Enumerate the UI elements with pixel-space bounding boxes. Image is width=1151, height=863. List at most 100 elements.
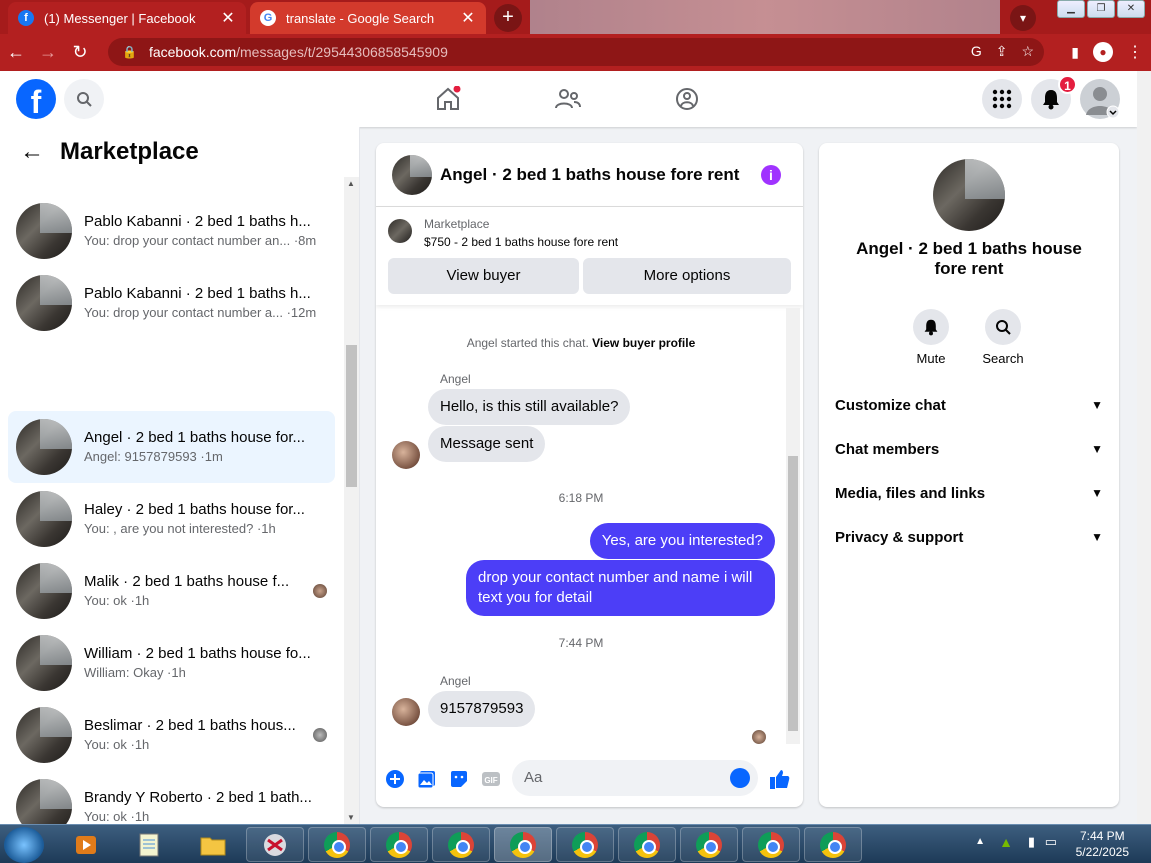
scroll-down-icon[interactable]: ▼ xyxy=(347,813,355,822)
facebook-logo-icon[interactable]: f xyxy=(16,79,56,119)
gif-icon[interactable]: GIF xyxy=(480,768,502,790)
media-player-icon[interactable] xyxy=(56,827,116,862)
menu-dots-icon[interactable]: ⋮ xyxy=(1127,42,1143,62)
friends-nav-button[interactable] xyxy=(550,81,586,117)
privacy-support-row[interactable]: Privacy & support ▼ xyxy=(835,515,1103,559)
conversation-text: Angel · 2 bed 1 baths house for... Angel… xyxy=(84,428,316,466)
list-scrollbar[interactable]: ▲ ▼ xyxy=(344,177,359,824)
emoji-icon[interactable] xyxy=(730,768,750,788)
plus-icon[interactable] xyxy=(384,768,406,790)
url-field[interactable]: 🔒 facebook.com/messages/t/29544306858545… xyxy=(108,38,1044,66)
chrome-taskbar-icon[interactable] xyxy=(618,827,676,862)
menu-grid-button[interactable] xyxy=(982,79,1022,119)
back-arrow-icon[interactable]: ← xyxy=(0,42,32,63)
list-item[interactable]: Pablo Kabanni · 2 bed 1 baths h... You: … xyxy=(8,195,335,267)
chrome-taskbar-icon[interactable] xyxy=(804,827,862,862)
chrome-taskbar-icon[interactable] xyxy=(308,827,366,862)
search-in-chat-button[interactable]: Search xyxy=(973,309,1033,366)
marketplace-label: Marketplace xyxy=(424,217,490,231)
notifications-button[interactable]: 1 xyxy=(1031,75,1077,119)
chat-members-row[interactable]: Chat members ▼ xyxy=(835,427,1103,471)
chrome-taskbar-icon[interactable] xyxy=(742,827,800,862)
scroll-up-icon[interactable]: ▲ xyxy=(347,179,355,188)
chat-info-avatar[interactable] xyxy=(933,159,1005,231)
list-item[interactable]: William · 2 bed 1 baths house fo... Will… xyxy=(8,627,335,699)
tab-google-search[interactable]: G translate - Google Search ✕ xyxy=(250,2,486,34)
bell-icon xyxy=(1043,90,1059,110)
like-thumb-icon[interactable] xyxy=(769,768,791,790)
forward-arrow-icon[interactable]: → xyxy=(32,42,64,63)
list-item[interactable]: Malik · 2 bed 1 baths house f... You: ok… xyxy=(8,555,335,627)
list-item[interactable]: Haley · 2 bed 1 baths house for... You: … xyxy=(8,483,335,555)
google-lens-icon[interactable]: G xyxy=(971,43,982,60)
list-item[interactable]: Brandy Y Roberto · 2 bed 1 bath... You: … xyxy=(8,771,335,824)
view-buyer-profile-link[interactable]: View buyer profile xyxy=(592,336,695,350)
chrome-icon xyxy=(510,831,536,858)
search-button[interactable] xyxy=(64,79,104,119)
groups-nav-button[interactable] xyxy=(669,81,705,117)
snipping-tool-icon[interactable] xyxy=(246,827,304,862)
scrollbar-thumb[interactable] xyxy=(346,345,357,487)
close-window-button[interactable]: ✕ xyxy=(1117,0,1145,18)
list-item[interactable]: Pablo Kabanni · 2 bed 1 baths h... You: … xyxy=(8,267,335,339)
home-nav-button[interactable] xyxy=(430,81,466,117)
list-item-selected[interactable]: Angel · 2 bed 1 baths house for... Angel… xyxy=(8,411,335,483)
chat-avatar[interactable] xyxy=(392,154,432,195)
notepad-icon[interactable] xyxy=(120,827,178,862)
new-tab-button[interactable]: + xyxy=(494,4,522,32)
url-host: facebook.com xyxy=(148,44,237,60)
conversation-name: William · 2 bed 1 baths house fo... xyxy=(84,645,311,662)
photo-icon[interactable] xyxy=(416,768,438,790)
outgoing-message: drop your contact number and name i will… xyxy=(466,560,775,616)
restore-button[interactable]: ❐ xyxy=(1087,0,1115,18)
listing-thumbnail[interactable] xyxy=(388,219,412,243)
reload-icon[interactable]: ↻ xyxy=(64,42,96,63)
chrome-taskbar-icon[interactable] xyxy=(680,827,738,862)
share-icon[interactable]: ⇪ xyxy=(996,43,1008,60)
nvidia-icon[interactable]: ▲ xyxy=(999,834,1013,850)
bookmark-star-icon[interactable]: ☆ xyxy=(1021,43,1034,60)
media-files-row[interactable]: Media, files and links ▼ xyxy=(835,471,1103,515)
side-panel-icon[interactable]: ▮ xyxy=(1071,44,1079,61)
chat-title[interactable]: Angel · 2 bed 1 baths house fore rent xyxy=(440,165,739,185)
chrome-taskbar-icon[interactable] xyxy=(370,827,428,862)
browser-tab-strip: f (1) Messenger | Facebook ✕ G translate… xyxy=(0,0,1151,34)
listing-price-title[interactable]: $750 - 2 bed 1 baths house fore rent xyxy=(424,235,618,249)
messages-scrollbar[interactable] xyxy=(786,308,800,744)
mute-button[interactable]: Mute xyxy=(901,309,961,366)
view-buyer-button[interactable]: View buyer xyxy=(388,258,579,294)
sender-avatar[interactable] xyxy=(392,698,420,726)
tab-close-icon[interactable]: ✕ xyxy=(220,8,236,28)
clock-time: 7:44 PM xyxy=(1079,829,1125,843)
profile-icon[interactable]: ● xyxy=(1093,42,1113,62)
file-explorer-icon[interactable] xyxy=(184,827,242,862)
network-icon[interactable]: ▮ xyxy=(1028,834,1035,850)
info-icon[interactable]: i xyxy=(761,165,781,185)
volume-icon[interactable]: ▭ xyxy=(1045,834,1057,850)
tab-title: translate - Google Search xyxy=(286,10,435,26)
account-avatar[interactable] xyxy=(1080,79,1120,119)
tab-close-icon[interactable]: ✕ xyxy=(460,8,476,28)
notification-badge: 1 xyxy=(1058,75,1077,94)
tab-search-button[interactable]: ▾ xyxy=(1010,5,1036,31)
system-clock[interactable]: 7:44 PM 5/22/2025 xyxy=(1076,828,1129,860)
sender-avatar[interactable] xyxy=(392,441,420,469)
tray-expand-icon[interactable]: ▲ xyxy=(975,836,985,847)
back-arrow-icon[interactable]: ← xyxy=(20,138,44,166)
list-item[interactable]: Beslimar · 2 bed 1 baths hous... You: ok… xyxy=(8,699,335,771)
customize-chat-row[interactable]: Customize chat ▼ xyxy=(835,383,1103,427)
chrome-taskbar-icon[interactable] xyxy=(556,827,614,862)
scrollbar-thumb[interactable] xyxy=(788,456,798,731)
page-scrollbar[interactable] xyxy=(1137,71,1151,824)
sticker-icon[interactable] xyxy=(448,768,470,790)
clock-date: 5/22/2025 xyxy=(1075,845,1129,859)
more-options-button[interactable]: More options xyxy=(583,258,791,294)
message-input[interactable]: Aa xyxy=(512,760,758,796)
minimize-button[interactable]: ▁ xyxy=(1057,0,1085,18)
tab-messenger[interactable]: f (1) Messenger | Facebook ✕ xyxy=(8,2,246,34)
start-button[interactable] xyxy=(4,827,44,863)
chrome-taskbar-icon[interactable] xyxy=(432,827,490,862)
incoming-message: Hello, is this still available? xyxy=(428,389,631,425)
omnibox-actions: G ⇪ ☆ xyxy=(971,43,1034,60)
chrome-taskbar-icon-active[interactable] xyxy=(494,827,552,862)
